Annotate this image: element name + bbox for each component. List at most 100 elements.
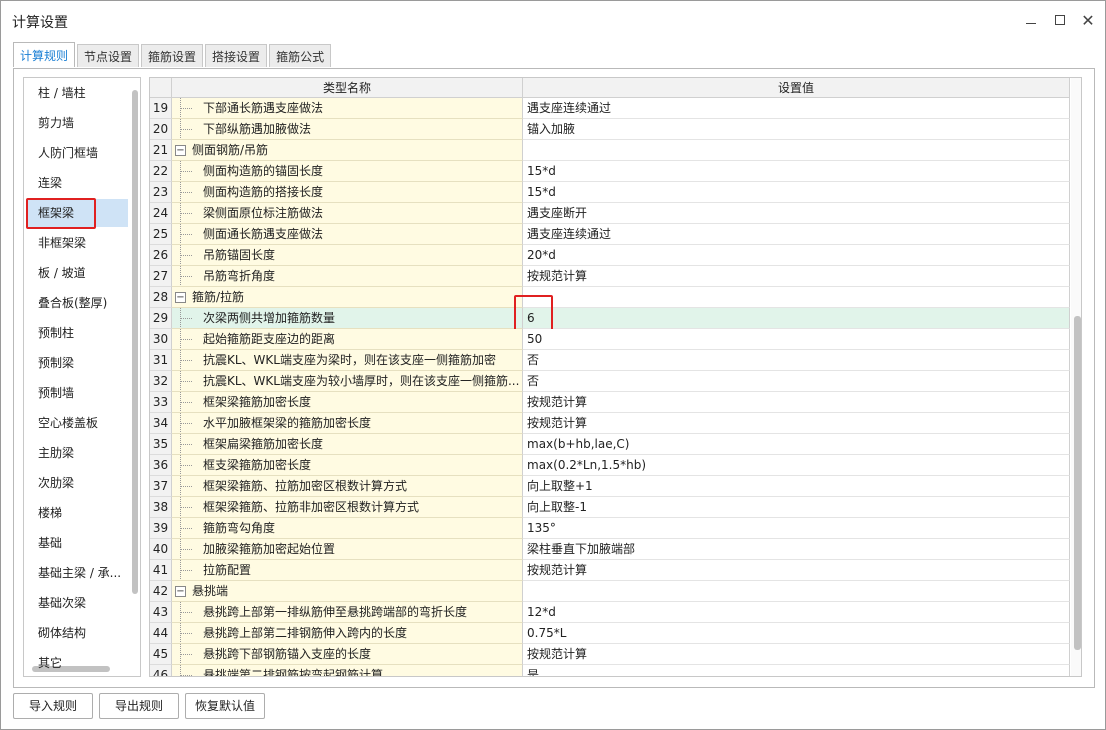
sidebar-item[interactable]: 板 / 坡道 <box>26 259 128 287</box>
close-icon[interactable]: ✕ <box>1077 9 1099 31</box>
setting-value-cell[interactable]: 15*d <box>523 161 1070 182</box>
grid-row[interactable]: 30 起始箍筋距支座边的距离 50 <box>150 329 1070 350</box>
grid-row[interactable]: 32 抗震KL、WKL端支座为较小墙厚时，则在该支座一侧箍筋... 否 <box>150 371 1070 392</box>
grid-row[interactable]: 25 侧面通长筋遇支座做法 遇支座连续通过 <box>150 224 1070 245</box>
tab-0[interactable]: 计算规则 <box>13 42 76 67</box>
grid-row[interactable]: 38 框架梁箍筋、拉筋非加密区根数计算方式 向上取整-1 <box>150 497 1070 518</box>
setting-value-cell[interactable]: 锚入加腋 <box>523 119 1070 140</box>
setting-value-cell[interactable]: 遇支座断开 <box>523 203 1070 224</box>
row-number: 38 <box>150 497 172 518</box>
collapse-icon[interactable]: − <box>175 292 186 303</box>
setting-value-cell[interactable]: 按规范计算 <box>523 413 1070 434</box>
setting-value-cell[interactable]: 按规范计算 <box>523 392 1070 413</box>
sidebar-vertical-scrollbar[interactable] <box>132 90 138 594</box>
setting-value-cell[interactable]: 否 <box>523 350 1070 371</box>
grid-group-row[interactable]: 28− 箍筋/拉筋 <box>150 287 1070 308</box>
collapse-icon[interactable]: − <box>175 586 186 597</box>
setting-value-cell[interactable] <box>523 287 1070 308</box>
setting-value-cell[interactable]: 6 <box>523 308 1070 329</box>
sidebar-item[interactable]: 主肋梁 <box>26 439 128 467</box>
grid-row[interactable]: 22 侧面构造筋的锚固长度 15*d <box>150 161 1070 182</box>
grid-row[interactable]: 37 框架梁箍筋、拉筋加密区根数计算方式 向上取整+1 <box>150 476 1070 497</box>
setting-value-cell[interactable]: 20*d <box>523 245 1070 266</box>
restore-defaults-button[interactable]: 恢复默认值 <box>185 693 265 719</box>
setting-value-cell[interactable]: 12*d <box>523 602 1070 623</box>
collapse-icon[interactable]: − <box>175 145 186 156</box>
grid-row[interactable]: 39 箍筋弯勾角度 135° <box>150 518 1070 539</box>
sidebar-item[interactable]: 柱 / 墙柱 <box>26 79 128 107</box>
tab-1[interactable]: 节点设置 <box>77 44 140 67</box>
sidebar-item[interactable]: 叠合板(整厚) <box>26 289 128 317</box>
row-number: 30 <box>150 329 172 350</box>
grid-row[interactable]: 35 框架扁梁箍筋加密长度 max(b+hb,lae,C) <box>150 434 1070 455</box>
setting-value-cell[interactable] <box>523 581 1070 602</box>
grid-row[interactable]: 23 侧面构造筋的搭接长度 15*d <box>150 182 1070 203</box>
grid-row[interactable]: 27 吊筋弯折角度 按规范计算 <box>150 266 1070 287</box>
setting-value-cell[interactable] <box>523 140 1070 161</box>
sidebar-item[interactable]: 基础主梁 / 承... <box>26 559 128 587</box>
import-rules-button[interactable]: 导入规则 <box>13 693 93 719</box>
sidebar-item[interactable]: 其它 <box>26 649 128 676</box>
grid-row[interactable]: 29 次梁两侧共增加箍筋数量 6 <box>150 308 1070 329</box>
setting-value-cell[interactable]: 15*d <box>523 182 1070 203</box>
setting-value-cell[interactable]: 向上取整+1 <box>523 476 1070 497</box>
setting-value-cell[interactable]: 50 <box>523 329 1070 350</box>
grid-row[interactable]: 19 下部通长筋遇支座做法 遇支座连续通过 <box>150 98 1070 119</box>
grid-group-row[interactable]: 42− 悬挑端 <box>150 581 1070 602</box>
column-header-name[interactable]: 类型名称 <box>172 78 523 98</box>
grid-row[interactable]: 34 水平加腋框架梁的箍筋加密长度 按规范计算 <box>150 413 1070 434</box>
grid-row[interactable]: 24 梁侧面原位标注筋做法 遇支座断开 <box>150 203 1070 224</box>
setting-value-cell[interactable]: 按规范计算 <box>523 560 1070 581</box>
sidebar-selection-highlight <box>26 198 96 229</box>
sidebar-item[interactable]: 预制墙 <box>26 379 128 407</box>
grid-group-row[interactable]: 21− 侧面钢筋/吊筋 <box>150 140 1070 161</box>
grid-row[interactable]: 46 悬挑端第二排钢筋按弯起钢筋计算 是 <box>150 665 1070 676</box>
sidebar-item[interactable]: 连梁 <box>26 169 128 197</box>
setting-value-cell[interactable]: 遇支座连续通过 <box>523 98 1070 119</box>
sidebar-item[interactable]: 预制柱 <box>26 319 128 347</box>
setting-value-cell[interactable]: 是 <box>523 665 1070 676</box>
sidebar-item[interactable]: 预制梁 <box>26 349 128 377</box>
sidebar-item[interactable]: 剪力墙 <box>26 109 128 137</box>
setting-value-cell[interactable]: 梁柱垂直下加腋端部 <box>523 539 1070 560</box>
component-sidebar[interactable]: 柱 / 墙柱 剪力墙 人防门框墙 连梁 框架梁 非框架梁板 / 坡道 叠合板(整厚) 预制柱预… <box>23 77 141 677</box>
grid-row[interactable]: 36 框支梁箍筋加密长度 max(0.2*Ln,1.5*hb) <box>150 455 1070 476</box>
sidebar-item[interactable]: 空心楼盖板 <box>26 409 128 437</box>
setting-value-cell[interactable]: 135° <box>523 518 1070 539</box>
grid-row[interactable]: 44 悬挑跨上部第二排钢筋伸入跨内的长度 0.75*L <box>150 623 1070 644</box>
setting-name: 侧面通长筋遇支座做法 <box>203 227 324 241</box>
maximize-icon[interactable] <box>1049 9 1071 31</box>
grid-vertical-scrollbar[interactable] <box>1074 316 1081 650</box>
sidebar-item[interactable]: 次肋梁 <box>26 469 128 497</box>
tab-4[interactable]: 箍筋公式 <box>269 44 332 67</box>
setting-value-cell[interactable]: 0.75*L <box>523 623 1070 644</box>
setting-value-cell[interactable]: max(0.2*Ln,1.5*hb) <box>523 455 1070 476</box>
sidebar-item[interactable]: 基础次梁 <box>26 589 128 617</box>
sidebar-item[interactable]: 人防门框墙 <box>26 139 128 167</box>
setting-value-cell[interactable]: 按规范计算 <box>523 644 1070 665</box>
setting-value-cell[interactable]: 否 <box>523 371 1070 392</box>
grid-row[interactable]: 41 拉筋配置 按规范计算 <box>150 560 1070 581</box>
grid-row[interactable]: 26 吊筋锚固长度 20*d <box>150 245 1070 266</box>
tab-3[interactable]: 搭接设置 <box>205 44 268 67</box>
resize-grip-icon[interactable] <box>1093 717 1103 727</box>
sidebar-item[interactable]: 基础 <box>26 529 128 557</box>
grid-row[interactable]: 20 下部纵筋遇加腋做法 锚入加腋 <box>150 119 1070 140</box>
title-bar[interactable]: 计算设置 ✕ <box>1 1 1105 39</box>
grid-row[interactable]: 45 悬挑跨下部钢筋锚入支座的长度 按规范计算 <box>150 644 1070 665</box>
minimize-icon[interactable] <box>1020 9 1042 31</box>
sidebar-item[interactable]: 非框架梁 <box>26 229 128 257</box>
grid-row[interactable]: 31 抗震KL、WKL端支座为梁时，则在该支座一侧箍筋加密 否 <box>150 350 1070 371</box>
sidebar-item[interactable]: 砌体结构 <box>26 619 128 647</box>
grid-row[interactable]: 43 悬挑跨上部第一排纵筋伸至悬挑跨端部的弯折长度 12*d <box>150 602 1070 623</box>
sidebar-item[interactable]: 楼梯 <box>26 499 128 527</box>
tab-2[interactable]: 箍筋设置 <box>141 44 204 67</box>
column-header-value[interactable]: 设置值 <box>523 78 1070 98</box>
grid-row[interactable]: 33 框架梁箍筋加密长度 按规范计算 <box>150 392 1070 413</box>
setting-value-cell[interactable]: 按规范计算 <box>523 266 1070 287</box>
grid-row[interactable]: 40 加腋梁箍筋加密起始位置 梁柱垂直下加腋端部 <box>150 539 1070 560</box>
setting-value-cell[interactable]: 向上取整-1 <box>523 497 1070 518</box>
setting-value-cell[interactable]: 遇支座连续通过 <box>523 224 1070 245</box>
export-rules-button[interactable]: 导出规则 <box>99 693 179 719</box>
setting-value-cell[interactable]: max(b+hb,lae,C) <box>523 434 1070 455</box>
